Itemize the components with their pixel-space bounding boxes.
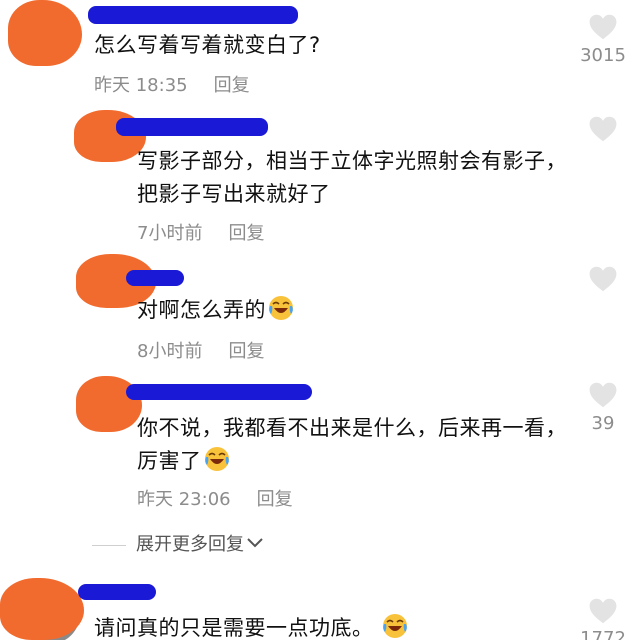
reply-button[interactable]: 回复 [228, 341, 264, 362]
username-redaction [126, 384, 312, 400]
comment-text: 怎么写着写着就变白了? [94, 33, 321, 57]
comment-meta: 昨天 18:35 回复 [94, 71, 250, 97]
heart-icon[interactable] [589, 14, 617, 40]
username-redaction [116, 118, 268, 136]
username-redaction [88, 6, 298, 24]
like-count: 1772 [580, 628, 626, 640]
username-redaction [126, 270, 184, 286]
comment-text-content: 请问真的只是需要一点功底。 [94, 616, 374, 640]
comment-timestamp: 8小时前 [137, 341, 203, 362]
laughing-tears-emoji-icon [204, 446, 230, 472]
expand-replies-button[interactable]: 展开更多回复 [92, 530, 264, 556]
expand-replies-label: 展开更多回复 [136, 534, 244, 555]
comment-timestamp: 昨天 18:35 [94, 75, 188, 96]
heart-icon[interactable] [589, 598, 617, 624]
heart-icon[interactable] [589, 116, 617, 142]
comment-timestamp: 7小时前 [137, 223, 203, 244]
reply-button[interactable]: 回复 [257, 489, 293, 510]
comment-meta: 7小时前 回复 [137, 219, 264, 245]
comment-text: 请问真的只是需要一点功底。 [94, 612, 534, 640]
divider-line [92, 544, 126, 546]
comment-text: 写影子部分，相当于立体字光照射会有影子，把影子写出来就好了 [137, 149, 567, 206]
comment-timestamp: 昨天 23:06 [137, 489, 231, 510]
like-count: 39 [591, 413, 615, 434]
comment-thread: 怎么写着写着就变白了? 昨天 18:35 回复 3015 写影子部分，相当于立体字… [0, 0, 640, 640]
reply-button[interactable]: 回复 [214, 75, 250, 96]
heart-icon[interactable] [589, 266, 617, 292]
laughing-tears-emoji-icon [382, 613, 408, 639]
redaction-mark [8, 0, 82, 66]
heart-icon[interactable] [589, 382, 617, 408]
comment-text: 对啊怎么弄的 [137, 294, 557, 327]
laughing-tears-emoji-icon [268, 295, 294, 321]
comment-text: 你不说，我都看不出来是什么，后来再一看，厉害了 [137, 412, 567, 478]
redaction-mark [0, 578, 84, 640]
comment-text-content: 对啊怎么弄的 [137, 298, 266, 322]
reply-button[interactable]: 回复 [228, 223, 264, 244]
like-count: 3015 [580, 45, 626, 66]
comment-meta: 昨天 23:06 回复 [137, 485, 293, 511]
comment-text-content: 你不说，我都看不出来是什么，后来再一看，厉害了 [137, 416, 567, 473]
comment-meta: 8小时前 回复 [137, 337, 264, 363]
chevron-down-icon [247, 538, 263, 548]
username-redaction [78, 584, 156, 600]
